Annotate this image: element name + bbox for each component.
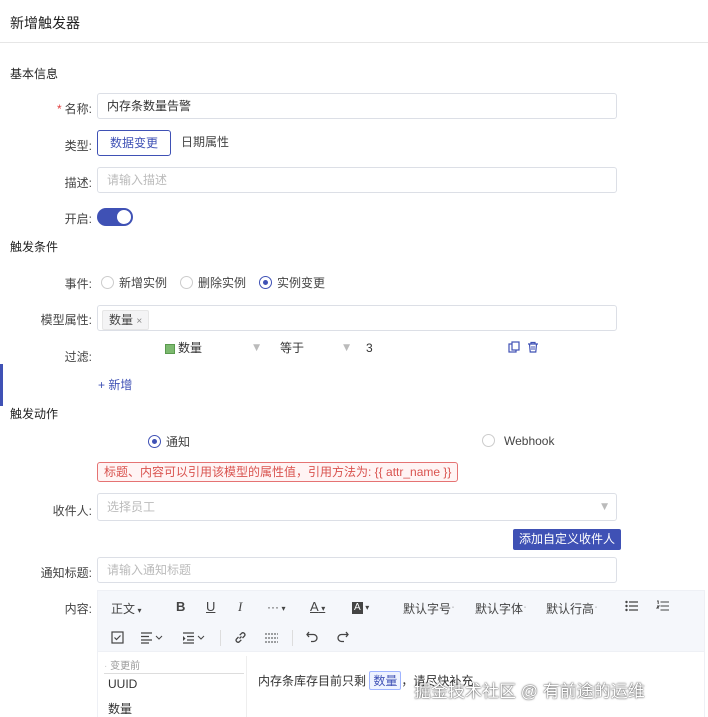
dialog-title: 新增触发器 bbox=[10, 15, 80, 31]
variable-panel-header: · 变更前 bbox=[104, 657, 244, 674]
redo-icon[interactable] bbox=[336, 631, 349, 646]
notify-title-label: 通知标题: bbox=[40, 566, 92, 580]
event-label: 事件: bbox=[64, 277, 92, 291]
event-radio-delete[interactable]: 删除实例 bbox=[180, 274, 246, 291]
add-filter-button[interactable]: + 新增 bbox=[98, 376, 132, 393]
field-type-icon bbox=[165, 343, 175, 354]
recipient-label: 收件人: bbox=[52, 504, 92, 518]
italic-button[interactable]: I bbox=[238, 599, 242, 615]
chevron-down-icon: ▼ bbox=[601, 502, 608, 512]
enable-label: 开启: bbox=[64, 212, 92, 226]
filter-operator-select[interactable]: 等于 ▼ bbox=[280, 336, 350, 360]
bold-button[interactable]: B bbox=[176, 599, 185, 614]
add-custom-recipient-button[interactable]: 添加自定义收件人 bbox=[513, 529, 622, 550]
toolbar-separator bbox=[220, 630, 221, 646]
desc-label: 描述: bbox=[64, 176, 92, 190]
radio-icon bbox=[101, 276, 114, 289]
event-radio-update[interactable]: 实例变更 bbox=[259, 274, 325, 291]
action-radio-webhook[interactable]: Webhook bbox=[482, 433, 554, 448]
type-label: 类型: bbox=[64, 139, 92, 153]
variable-chip[interactable]: 数量 bbox=[369, 671, 402, 690]
variable-item[interactable]: 数量 bbox=[108, 700, 132, 717]
model-attr-tag: 数量 × bbox=[102, 310, 150, 330]
copy-icon[interactable] bbox=[508, 341, 520, 356]
recipient-select[interactable]: 选择员工 ▼ bbox=[97, 493, 617, 521]
hint-alert: 标题、内容可以引用该模型的属性值，引用方法为: {{ attr_name }} bbox=[97, 462, 459, 482]
name-input[interactable]: 内存条数量告警 bbox=[97, 93, 617, 119]
undo-icon[interactable] bbox=[306, 631, 319, 646]
chevron-down-icon: ▼ bbox=[343, 343, 350, 353]
event-radio-create[interactable]: 新增实例 bbox=[101, 274, 167, 291]
numbered-list-icon[interactable] bbox=[655, 600, 669, 615]
paragraph-select[interactable]: 正文 ▾ bbox=[111, 600, 142, 617]
align-icon[interactable] bbox=[141, 632, 163, 647]
section-condition: 触发条件 bbox=[10, 240, 59, 254]
line-height-select[interactable]: 默认行高˙ bbox=[546, 600, 598, 617]
toolbar-separator bbox=[292, 630, 293, 646]
radio-checked-icon bbox=[148, 435, 161, 448]
font-size-select[interactable]: 默认字号˙ bbox=[403, 600, 455, 617]
todo-icon[interactable] bbox=[111, 631, 124, 647]
desc-input[interactable]: 请输入描述 bbox=[97, 167, 617, 193]
section-basic-info: 基本信息 bbox=[10, 67, 59, 81]
font-color-button[interactable]: A ▾ bbox=[310, 599, 325, 614]
chevron-down-icon: ▼ bbox=[253, 343, 260, 353]
action-radio-notify[interactable]: 通知 bbox=[148, 433, 190, 450]
underline-button[interactable]: U bbox=[206, 599, 215, 614]
more-button[interactable]: ··· ▾ bbox=[267, 600, 286, 614]
notify-title-input[interactable]: 请输入通知标题 bbox=[97, 557, 617, 583]
radio-icon bbox=[482, 434, 495, 448]
delete-icon[interactable] bbox=[527, 341, 539, 356]
name-label: * 名称: bbox=[56, 102, 92, 116]
watermark: 掘金技术社区 @ 有前途的运维 bbox=[414, 682, 645, 701]
radio-checked-icon bbox=[259, 276, 272, 289]
section-action: 触发动作 bbox=[10, 407, 59, 421]
enable-switch[interactable] bbox=[97, 208, 133, 226]
content-label: 内容: bbox=[64, 602, 92, 616]
link-icon[interactable] bbox=[234, 631, 247, 647]
divider-icon[interactable] bbox=[265, 632, 278, 647]
font-family-select[interactable]: 默认字体˙ bbox=[475, 600, 527, 617]
bg-color-button[interactable]: A ▾ bbox=[352, 599, 369, 614]
tag-close-icon[interactable]: × bbox=[136, 316, 142, 327]
type-option-data-change[interactable]: 数据变更 bbox=[97, 130, 172, 156]
radio-icon bbox=[180, 276, 193, 289]
filter-value-input[interactable]: 3 bbox=[366, 336, 496, 360]
model-attr-label: 模型属性: bbox=[40, 313, 92, 327]
required-mark: * bbox=[56, 102, 62, 116]
dialog-header: 新增触发器 bbox=[0, 0, 708, 43]
bullet-list-icon[interactable] bbox=[625, 600, 638, 615]
variable-item[interactable]: UUID bbox=[108, 677, 137, 691]
indent-icon[interactable] bbox=[183, 632, 205, 647]
filter-field-select[interactable]: 数量 ▼ bbox=[165, 336, 260, 360]
side-indicator bbox=[0, 364, 3, 406]
type-option-date-attr[interactable]: 日期属性 bbox=[169, 130, 241, 156]
filter-label: 过滤: bbox=[64, 350, 92, 364]
model-attr-select[interactable]: 数量 × bbox=[97, 305, 617, 331]
